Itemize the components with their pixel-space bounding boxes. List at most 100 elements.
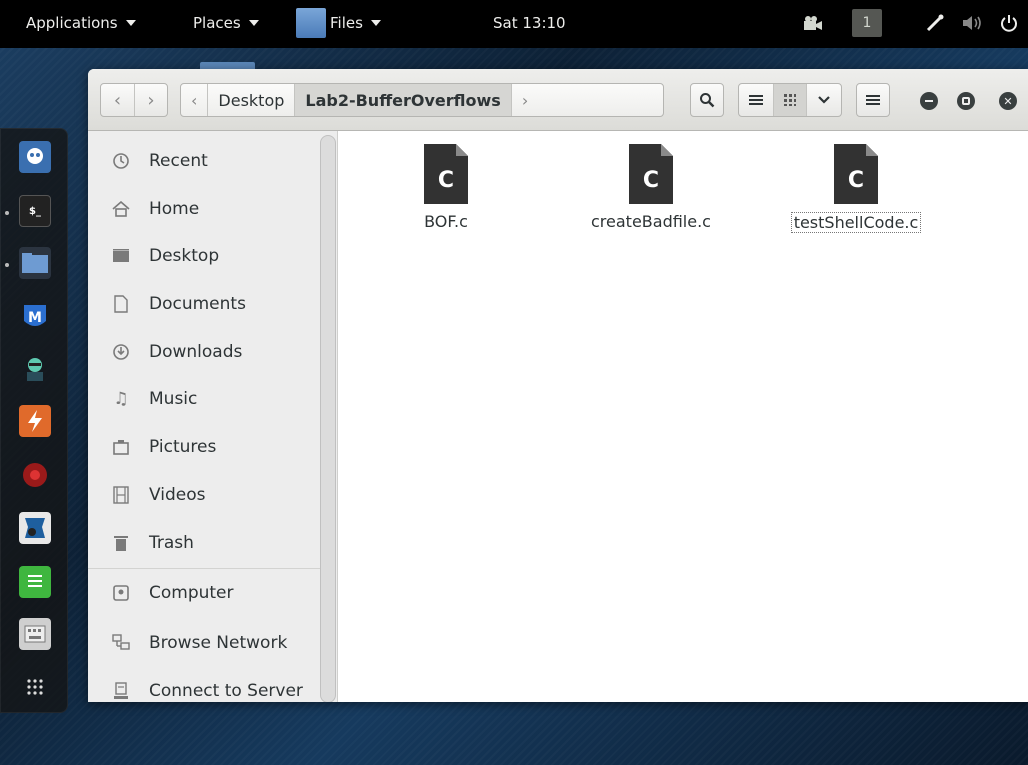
c-source-file-icon: C xyxy=(629,144,673,204)
svg-text:C: C xyxy=(848,168,864,193)
sidebar-item-connect-to-server[interactable]: Connect to Server xyxy=(88,671,320,702)
home-icon xyxy=(106,201,136,217)
faraday-icon[interactable] xyxy=(19,459,51,491)
show-apps-grid-icon[interactable] xyxy=(19,671,51,703)
sidebar-item-home[interactable]: Home xyxy=(88,189,320,229)
running-indicator xyxy=(5,263,9,267)
clock-icon xyxy=(106,152,136,170)
sidebar-item-label: Documents xyxy=(149,294,246,314)
chevron-down-icon xyxy=(125,20,136,26)
camera-icon xyxy=(106,439,136,455)
keyboard-icon[interactable] xyxy=(19,618,51,650)
files-app-icon[interactable] xyxy=(296,8,326,38)
download-icon xyxy=(106,343,136,361)
path-scroll-left-button[interactable]: ‹ xyxy=(181,84,209,116)
running-indicator xyxy=(5,211,9,215)
armitage-icon[interactable] xyxy=(19,353,51,385)
sidebar-item-browse-network[interactable]: Browse Network xyxy=(88,623,320,663)
path-bar: ‹ Desktop Lab2-BufferOverflows › xyxy=(180,83,664,117)
music-icon: ♫ xyxy=(113,389,129,409)
menu-button[interactable] xyxy=(856,83,890,117)
c-source-file-icon: C xyxy=(424,144,468,204)
file-item[interactable]: C createBadfile.c xyxy=(576,144,726,231)
path-segment-desktop[interactable]: Desktop xyxy=(208,84,296,116)
list-view-button[interactable] xyxy=(739,84,773,116)
c-source-file-icon: C xyxy=(834,144,878,204)
back-button[interactable]: ‹ xyxy=(101,84,134,116)
sidebar-item-label: Pictures xyxy=(149,437,217,457)
sidebar-item-documents[interactable]: Documents xyxy=(88,284,320,324)
forward-button[interactable]: › xyxy=(133,84,167,116)
computer-icon xyxy=(106,584,136,602)
terminal-icon[interactable]: $_ xyxy=(19,195,51,227)
sidebar-item-videos[interactable]: Videos xyxy=(88,475,320,515)
power-icon[interactable] xyxy=(996,8,1022,38)
top-panel: Applications Places Files Sat 13:10 1 xyxy=(0,0,1028,48)
file-name: testShellCode.c xyxy=(790,212,922,233)
minimize-button[interactable] xyxy=(920,92,938,110)
places-menu[interactable]: Places xyxy=(193,14,259,32)
sidebar-item-label: Connect to Server xyxy=(149,681,303,701)
applications-label: Applications xyxy=(26,14,118,32)
clock[interactable]: Sat 13:10 xyxy=(493,14,566,32)
view-options-button[interactable] xyxy=(807,84,841,116)
file-manager-window: ‹ › ‹ Desktop Lab2-BufferOverflows › ✕ R… xyxy=(88,69,1028,702)
volume-icon[interactable] xyxy=(958,8,986,38)
svg-text:C: C xyxy=(643,168,659,193)
dock-app-launcher-icon[interactable] xyxy=(19,141,51,173)
files-app-menu[interactable]: Files xyxy=(330,14,381,32)
svg-text:C: C xyxy=(438,168,454,193)
sidebar-item-recent[interactable]: Recent xyxy=(88,141,320,181)
grid-view-button[interactable] xyxy=(773,84,807,116)
sidebar-item-label: Videos xyxy=(149,485,206,505)
search-button[interactable] xyxy=(690,83,724,117)
beef-icon[interactable] xyxy=(19,512,51,544)
chevron-down-icon xyxy=(248,20,259,26)
files-label: Files xyxy=(330,14,363,32)
sidebar-item-music[interactable]: ♫ Music xyxy=(88,379,320,419)
navigation-buttons: ‹ › xyxy=(100,83,168,117)
metasploit-icon[interactable]: M xyxy=(19,301,51,333)
sidebar-item-desktop[interactable]: Desktop xyxy=(88,236,320,276)
maximize-icon xyxy=(962,97,970,105)
places-sidebar: Recent Home Desktop Documents Downloads xyxy=(88,131,338,702)
document-icon xyxy=(106,295,136,313)
text-editor-icon[interactable] xyxy=(19,566,51,598)
file-view: C BOF.c C createBadfile.c C testShellCod… xyxy=(338,131,1028,702)
sidebar-item-trash[interactable]: Trash xyxy=(88,523,320,563)
sidebar-item-label: Music xyxy=(149,389,198,409)
sidebar-item-label: Home xyxy=(149,199,200,219)
file-name: createBadfile.c xyxy=(591,212,711,231)
sidebar-divider xyxy=(88,568,320,569)
close-button[interactable]: ✕ xyxy=(999,92,1017,110)
sidebar-item-label: Trash xyxy=(149,533,194,553)
view-mode-group xyxy=(738,83,842,117)
server-icon xyxy=(106,682,136,700)
places-label: Places xyxy=(193,14,241,32)
sidebar-item-label: Desktop xyxy=(149,246,220,266)
svg-text:M: M xyxy=(28,310,42,326)
path-segment-current[interactable]: Lab2-BufferOverflows xyxy=(295,84,512,116)
sidebar-scrollbar[interactable] xyxy=(320,135,336,702)
maximize-button[interactable] xyxy=(957,92,975,110)
trash-icon xyxy=(106,534,136,552)
file-item[interactable]: C BOF.c xyxy=(371,144,521,231)
sidebar-item-downloads[interactable]: Downloads xyxy=(88,332,320,372)
network-wired-icon[interactable] xyxy=(922,8,948,38)
sidebar-item-pictures[interactable]: Pictures xyxy=(88,427,320,467)
video-camera-icon[interactable] xyxy=(798,8,828,38)
sidebar-item-computer[interactable]: Computer xyxy=(88,573,320,613)
header-bar: ‹ › ‹ Desktop Lab2-BufferOverflows › ✕ xyxy=(88,69,1028,131)
sidebar-item-label: Downloads xyxy=(149,342,243,362)
desktop-icon xyxy=(106,249,136,263)
minimize-icon xyxy=(925,100,933,102)
path-scroll-right-button[interactable]: › xyxy=(512,84,538,116)
burpsuite-icon[interactable] xyxy=(19,405,51,437)
files-folder-icon[interactable] xyxy=(19,247,51,279)
list-icon xyxy=(749,95,763,105)
chevron-down-icon xyxy=(370,20,381,26)
workspace-indicator[interactable]: 1 xyxy=(852,9,882,37)
applications-menu[interactable]: Applications xyxy=(26,14,136,32)
file-item-selected[interactable]: C testShellCode.c xyxy=(781,144,931,233)
film-icon xyxy=(106,486,136,504)
